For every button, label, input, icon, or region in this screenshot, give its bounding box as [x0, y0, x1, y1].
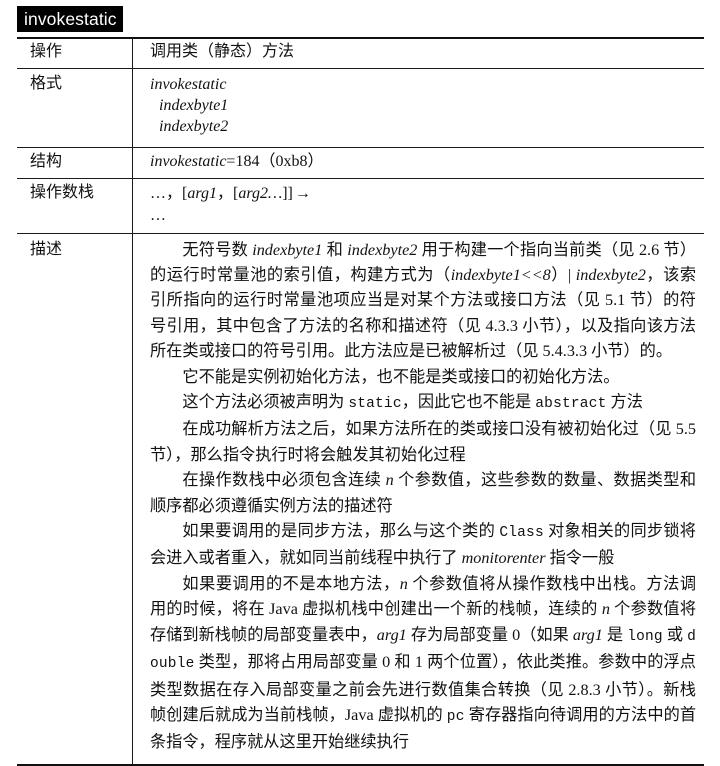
format-line-indexbyte1: indexbyte1 — [159, 96, 229, 114]
format-line-mnemonic: invokestatic — [150, 75, 227, 93]
instruction-spec-table: 操作 调用类（静态）方法 格式 invokestatic indexbyte1 … — [17, 36, 704, 766]
text-run: 这个方法必须被声明为 — [182, 393, 349, 412]
code-term: long — [627, 628, 663, 645]
row-label-structure: 结构 — [30, 152, 63, 170]
text-run: ，因此它也不能是 — [401, 393, 536, 412]
table-row-description: 描述 无符号数 indexbyte1 和 indexbyte2 用于构建一个指向… — [17, 233, 704, 766]
text-run: 无符号数 — [182, 240, 253, 259]
emphasis-term: indexbyte1 — [252, 240, 323, 259]
row-value-structure: invokestatic=184（0xb8） — [133, 148, 704, 178]
text-run: 如果要调用的不是本地方法， — [182, 574, 400, 593]
row-value-cell: 调用类（静态）方法 — [132, 36, 704, 69]
row-label-operand-stack: 操作数栈 — [30, 183, 95, 201]
code-term: static — [348, 396, 402, 413]
row-label-format: 格式 — [30, 74, 63, 92]
description-paragraph: 在操作数栈中必须包含连续 n 个参数值，这些参数的数量、数据类型和顺序都必须遵循… — [150, 468, 696, 519]
row-label-cell: 描述 — [17, 233, 133, 766]
format-line-indexbyte2: indexbyte2 — [159, 117, 229, 135]
code-term: pc — [446, 708, 465, 725]
row-label-operation: 操作 — [30, 43, 63, 60]
emphasis-term: arg1 — [376, 625, 407, 644]
text-run: 它不能是实例初始化方法，也不能是类或接口的初始化方法。 — [182, 367, 620, 386]
row-value-operand-stack: …，[arg1，[arg2…]] → … — [133, 179, 704, 233]
table-row-structure: 结构 invokestatic=184（0xb8） — [17, 147, 704, 179]
row-label-cell: 操作 — [17, 36, 133, 69]
description-paragraph: 无符号数 indexbyte1 和 indexbyte2 用于构建一个指向当前类… — [150, 238, 696, 365]
description-paragraph: 如果要调用的是同步方法，那么与这个类的 Class 对象相关的同步锁将会进入或者… — [150, 519, 696, 572]
code-term: Class — [499, 525, 544, 542]
row-label-cell: 结构 — [17, 147, 133, 179]
emphasis-term: n — [385, 471, 394, 490]
structure-mnemonic: invokestatic — [150, 152, 227, 170]
emphasis-term: indexbyte2 — [575, 266, 646, 284]
emphasis-term: indexbyte2 — [347, 240, 418, 259]
table-row-format: 格式 invokestatic indexbyte1 indexbyte2 — [17, 68, 704, 148]
row-value-format: invokestatic indexbyte1 indexbyte2 — [133, 69, 704, 147]
text-run: 或 — [662, 625, 688, 644]
text-run: ）| — [550, 266, 576, 284]
code-term: abstract — [535, 396, 607, 413]
emphasis-term: n — [399, 574, 408, 593]
document-page: invokestatic 操作 调用类（静态）方法 格式 invokestati… — [0, 0, 720, 766]
text-run: 指令一般 — [545, 549, 615, 568]
table-row-operation: 操作 调用类（静态）方法 — [17, 36, 704, 69]
text-run: 在成功解析方法之后，如果方法所在的类或接口没有被初始化过（见 5.5 节），那么… — [150, 420, 696, 464]
operand-stack-after: … — [150, 206, 166, 224]
row-value-description: 无符号数 indexbyte1 和 indexbyte2 用于构建一个指向当前类… — [133, 234, 704, 764]
emphasis-term: monitorenter — [461, 549, 546, 568]
row-label-cell: 操作数栈 — [17, 178, 133, 234]
stack-suffix: ]] — [282, 184, 293, 202]
description-paragraph: 这个方法必须被声明为 static，因此它也不能是 abstract 方法 — [150, 390, 696, 417]
table-row-operand-stack: 操作数栈 …，[arg1，[arg2…]] → … — [17, 178, 704, 234]
text-run: 如果要调用的是同步方法，那么与这个类的 — [182, 522, 500, 541]
row-value-cell: 无符号数 indexbyte1 和 indexbyte2 用于构建一个指向当前类… — [132, 233, 704, 766]
row-value-operation: 调用类（静态）方法 — [150, 43, 295, 60]
right-arrow-icon: → — [294, 184, 311, 202]
emphasis-term: indexbyte1<<8 — [450, 266, 551, 284]
emphasis-term: n — [601, 600, 610, 619]
row-value-cell: invokestatic=184（0xb8） — [132, 147, 704, 179]
row-value-cell: invokestatic indexbyte1 indexbyte2 — [132, 68, 704, 148]
structure-opcode: =184（0xb8） — [226, 152, 324, 170]
text-run: 和 — [322, 240, 348, 259]
text-run: 是 — [602, 625, 628, 644]
stack-arg1: arg1 — [187, 184, 217, 202]
operand-stack-before: …，[arg1，[arg2…]] → — [150, 183, 696, 205]
page-title: invokestatic — [17, 6, 123, 32]
text-run: 在操作数栈中必须包含连续 — [182, 471, 386, 490]
description-paragraph: 如果要调用的不是本地方法，n 个参数值将从操作数栈中出栈。方法调用的时候，将在 … — [150, 572, 696, 756]
stack-arg2: arg2… — [238, 184, 283, 202]
text-run: 存为局部变量 0（如果 — [406, 625, 573, 644]
row-label-cell: 格式 — [17, 68, 133, 148]
row-label-description: 描述 — [30, 240, 63, 258]
text-run: 方法 — [606, 393, 643, 412]
description-paragraph: 在成功解析方法之后，如果方法所在的类或接口没有被初始化过（见 5.5 节），那么… — [150, 417, 696, 468]
row-value-cell: …，[arg1，[arg2…]] → … — [132, 178, 704, 234]
emphasis-term: arg1 — [572, 625, 603, 644]
stack-separator: ，[ — [216, 184, 239, 202]
stack-prefix: …，[ — [150, 184, 188, 202]
description-paragraph: 它不能是实例初始化方法，也不能是类或接口的初始化方法。 — [150, 365, 696, 390]
